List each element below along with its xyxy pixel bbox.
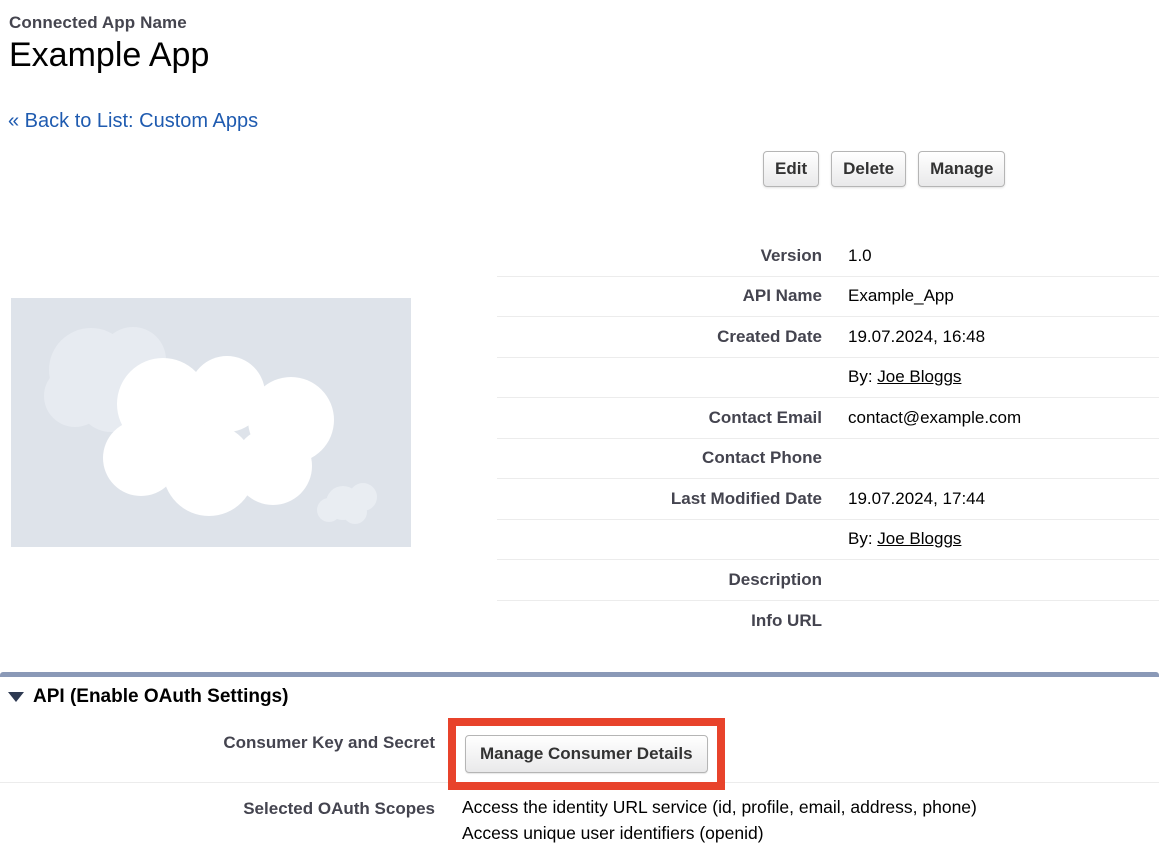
detail-toolbar: Edit Delete Manage: [763, 151, 1005, 187]
table-row: Version 1.0: [497, 236, 1159, 277]
section-top-bar: [0, 672, 1159, 677]
field-label: Version: [497, 246, 822, 266]
created-by-user-link[interactable]: Joe Bloggs: [877, 367, 961, 386]
delete-button[interactable]: Delete: [831, 151, 906, 187]
table-row: Description: [497, 560, 1159, 601]
field-value: contact@example.com: [848, 408, 1021, 428]
page-title: Example App: [9, 36, 209, 75]
table-row: Created Date 19.07.2024, 16:48: [497, 317, 1159, 358]
table-row: By: Joe Bloggs: [497, 358, 1159, 399]
manage-consumer-details-button[interactable]: Manage Consumer Details: [465, 735, 708, 773]
field-label: API Name: [497, 286, 822, 306]
field-label: Last Modified Date: [497, 489, 822, 509]
by-prefix: By:: [848, 367, 877, 386]
back-to-list-link[interactable]: « Back to List: Custom Apps: [8, 110, 258, 133]
field-value: By: Joe Bloggs: [848, 367, 961, 387]
field-label: Contact Email: [497, 408, 822, 428]
oauth-settings-section: API (Enable OAuth Settings) Consumer Key…: [0, 672, 1159, 848]
manage-button[interactable]: Manage: [918, 151, 1005, 187]
table-row: API Name Example_App: [497, 277, 1159, 318]
modified-by-user-link[interactable]: Joe Bloggs: [877, 529, 961, 548]
field-label: Description: [497, 570, 822, 590]
consumer-key-secret-label: Consumer Key and Secret: [0, 733, 435, 753]
oauth-scope-item: Access the identity URL service (id, pro…: [462, 794, 977, 820]
field-value: Example_App: [848, 286, 954, 306]
table-row: Contact Email contact@example.com: [497, 398, 1159, 439]
cloud-illustration: [11, 298, 411, 547]
table-row: By: Joe Bloggs: [497, 520, 1159, 561]
collapse-triangle-icon: [8, 692, 24, 702]
highlight-box: Manage Consumer Details: [448, 718, 725, 790]
table-row: Contact Phone: [497, 439, 1159, 480]
by-prefix: By:: [848, 529, 877, 548]
table-row: Last Modified Date 19.07.2024, 17:44: [497, 479, 1159, 520]
edit-button[interactable]: Edit: [763, 151, 819, 187]
field-value: By: Joe Bloggs: [848, 529, 961, 549]
field-value: 1.0: [848, 246, 872, 266]
table-row: Info URL: [497, 601, 1159, 642]
app-logo-image: [11, 298, 411, 547]
entity-type-label: Connected App Name: [9, 13, 209, 33]
detail-table: Version 1.0 API Name Example_App Created…: [497, 236, 1159, 641]
oauth-scope-values: Access the identity URL service (id, pro…: [462, 794, 977, 846]
oauth-section-title: API (Enable OAuth Settings): [33, 686, 288, 708]
field-label: Info URL: [497, 611, 822, 631]
field-value: 19.07.2024, 17:44: [848, 489, 985, 509]
field-value: 19.07.2024, 16:48: [848, 327, 985, 347]
oauth-section-header[interactable]: API (Enable OAuth Settings): [8, 686, 288, 708]
field-label: Contact Phone: [497, 448, 822, 468]
selected-oauth-scopes-label: Selected OAuth Scopes: [0, 799, 435, 819]
field-label: Created Date: [497, 327, 822, 347]
oauth-scope-item: Access unique user identifiers (openid): [462, 820, 977, 846]
page-header: Connected App Name Example App: [9, 13, 209, 75]
